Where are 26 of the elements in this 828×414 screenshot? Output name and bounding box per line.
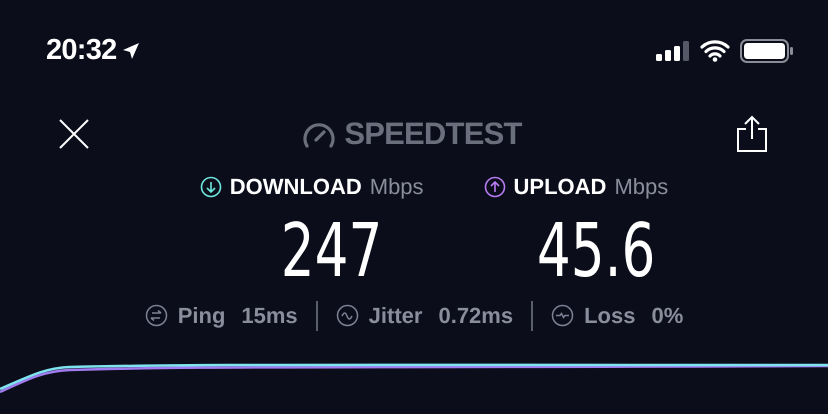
result-value: 247	[280, 209, 382, 293]
stat-label: Loss	[584, 302, 636, 330]
stat-label: Jitter	[368, 302, 422, 330]
arrows-circle-icon	[144, 304, 168, 327]
down-arrow-circle-icon	[200, 176, 222, 198]
share-icon	[736, 115, 768, 153]
close-button[interactable]	[58, 118, 90, 150]
result-label: UPLOAD	[514, 173, 606, 201]
up-arrow-circle-icon	[484, 176, 506, 198]
status-time: 20:32	[46, 33, 117, 68]
location-arrow-icon	[120, 41, 141, 61]
result-unit: Mbps	[370, 173, 424, 201]
result-label: DOWNLOAD	[230, 173, 362, 201]
app-title: SPEEDTEST	[344, 114, 522, 153]
stat-value: 0.72ms	[438, 302, 514, 330]
stat-value: 0%	[651, 302, 684, 330]
wifi-icon	[700, 40, 730, 62]
close-icon	[59, 119, 89, 149]
battery-icon	[740, 39, 794, 63]
wave-circle-icon	[336, 304, 359, 327]
result-value: 45.6	[536, 209, 656, 293]
pulse-circle-icon	[551, 304, 574, 327]
signal-icon	[656, 41, 690, 61]
result-unit: Mbps	[614, 173, 668, 201]
stat-label: Ping	[178, 302, 226, 330]
stat-value: 15ms	[241, 302, 298, 330]
